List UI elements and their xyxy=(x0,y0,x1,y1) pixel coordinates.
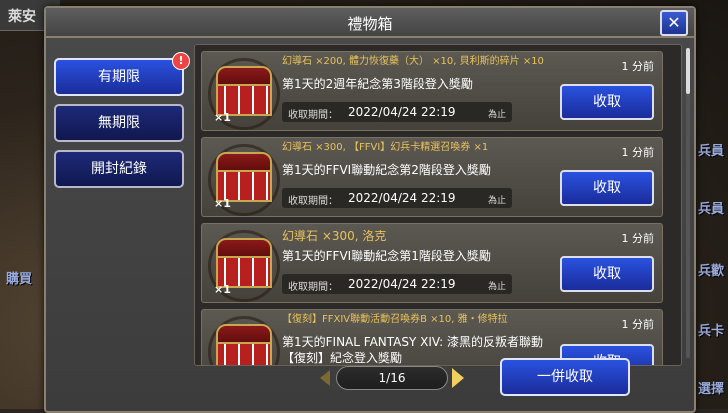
gift-item: ×1 幻導石 ×300, 洛克 1 分前 第1天的FFVI聯動紀念第1階段登入獎… xyxy=(201,223,663,303)
treasure-chest-icon: ×1 xyxy=(208,144,280,216)
claim-button[interactable]: 收取 xyxy=(560,256,654,292)
item-description: 第1天的FFVI聯動紀念第1階段登入獎勵 xyxy=(282,249,491,263)
claim-all-button[interactable]: 一併收取 xyxy=(500,358,630,396)
close-icon: ✕ xyxy=(667,13,681,32)
prev-page-arrow-icon[interactable] xyxy=(320,370,330,386)
item-quantity: ×1 xyxy=(214,283,231,296)
alert-badge-icon: ! xyxy=(172,52,190,70)
dialog-title: 禮物箱 xyxy=(347,15,393,33)
expire-box: 收取期間： 2022/04/24 22:19 為止 xyxy=(282,274,512,294)
shop-label: 購買 xyxy=(6,272,33,287)
shop-label-box: 購買 xyxy=(0,260,48,300)
expire-label: 收取期間： xyxy=(288,196,338,207)
claim-button[interactable]: 收取 xyxy=(560,170,654,206)
right-menu-label-5: 選擇 xyxy=(697,382,724,397)
item-description: 第1天的2週年紀念第3階段登入獎勵 xyxy=(282,77,473,91)
right-menu-label-1: 兵員 xyxy=(697,144,724,159)
gift-box-dialog: 禮物箱 ✕ 有期限 ! 無期限 開封紀錄 ×1 幻導石 ×200, 體力恢復藥（… xyxy=(44,6,696,413)
expire-label: 收取期間： xyxy=(288,282,338,293)
expire-label: 收取期間： xyxy=(288,110,338,121)
right-menu-label-3: 兵歡 xyxy=(697,264,724,279)
treasure-chest-icon: ×1 xyxy=(208,316,280,365)
gift-item: ×1 幻導石 ×300, 【FFVI】幻兵卡精選召喚券 ×1 1 分前 第1天的… xyxy=(201,137,663,217)
expire-date: 2022/04/24 22:19 xyxy=(348,191,456,205)
item-quantity: ×1 xyxy=(214,197,231,210)
expire-until: 為止 xyxy=(487,196,506,206)
item-rewards: 幻導石 ×300, 洛克 xyxy=(282,229,387,243)
page-indicator: 1/16 xyxy=(336,366,448,390)
dialog-title-bar: 禮物箱 ✕ xyxy=(46,8,694,38)
expire-until: 為止 xyxy=(487,110,506,120)
treasure-chest-icon: ×1 xyxy=(208,230,280,302)
expire-date: 2022/04/24 22:19 xyxy=(348,277,456,291)
item-rewards: 【復刻】FFXIV聯動活動召喚券B ×10, 雅・修特拉 xyxy=(282,314,508,325)
gift-list[interactable]: ×1 幻導石 ×200, 體力恢復藥（大） ×10, 貝利斯的碎片 ×10 1 … xyxy=(194,44,682,366)
location-label: 萊安 xyxy=(8,9,36,25)
tab-limited-label: 有期限 xyxy=(98,69,140,85)
item-time: 1 分前 xyxy=(621,318,655,331)
close-button[interactable]: ✕ xyxy=(660,10,688,36)
tab-unlimited-label: 無期限 xyxy=(98,115,140,131)
tab-open-history[interactable]: 開封紀錄 xyxy=(54,150,184,188)
tab-limited[interactable]: 有期限 ! xyxy=(54,52,190,96)
expire-box: 收取期間： 2022/04/24 22:19 為止 xyxy=(282,102,512,122)
claim-button[interactable]: 收取 xyxy=(560,84,654,120)
item-quantity: ×1 xyxy=(214,111,231,124)
expire-box: 收取期間： 2022/04/24 22:19 為止 xyxy=(282,188,512,208)
item-time: 1 分前 xyxy=(621,60,655,73)
gift-item: ×1 幻導石 ×200, 體力恢復藥（大） ×10, 貝利斯的碎片 ×10 1 … xyxy=(201,51,663,131)
tab-unlimited[interactable]: 無期限 xyxy=(54,104,184,142)
item-time: 1 分前 xyxy=(621,232,655,245)
tab-open-history-label: 開封紀錄 xyxy=(91,161,147,177)
item-rewards: 幻導石 ×300, 【FFVI】幻兵卡精選召喚券 ×1 xyxy=(282,142,489,153)
expire-until: 為止 xyxy=(487,282,506,292)
treasure-chest-icon: ×1 xyxy=(208,58,280,130)
right-menu-label-4: 兵卡 xyxy=(697,324,724,339)
scroll-thumb[interactable] xyxy=(686,48,690,94)
item-description: 第1天的FFVI聯動紀念第2階段登入獎勵 xyxy=(282,163,491,177)
item-time: 1 分前 xyxy=(621,146,655,159)
item-rewards: 幻導石 ×200, 體力恢復藥（大） ×10, 貝利斯的碎片 ×10 xyxy=(282,56,544,67)
expire-date: 2022/04/24 22:19 xyxy=(348,105,456,119)
next-page-arrow-icon[interactable] xyxy=(452,368,464,388)
right-menu-label-2: 兵員 xyxy=(697,202,724,217)
list-scrollbar[interactable] xyxy=(686,48,690,358)
